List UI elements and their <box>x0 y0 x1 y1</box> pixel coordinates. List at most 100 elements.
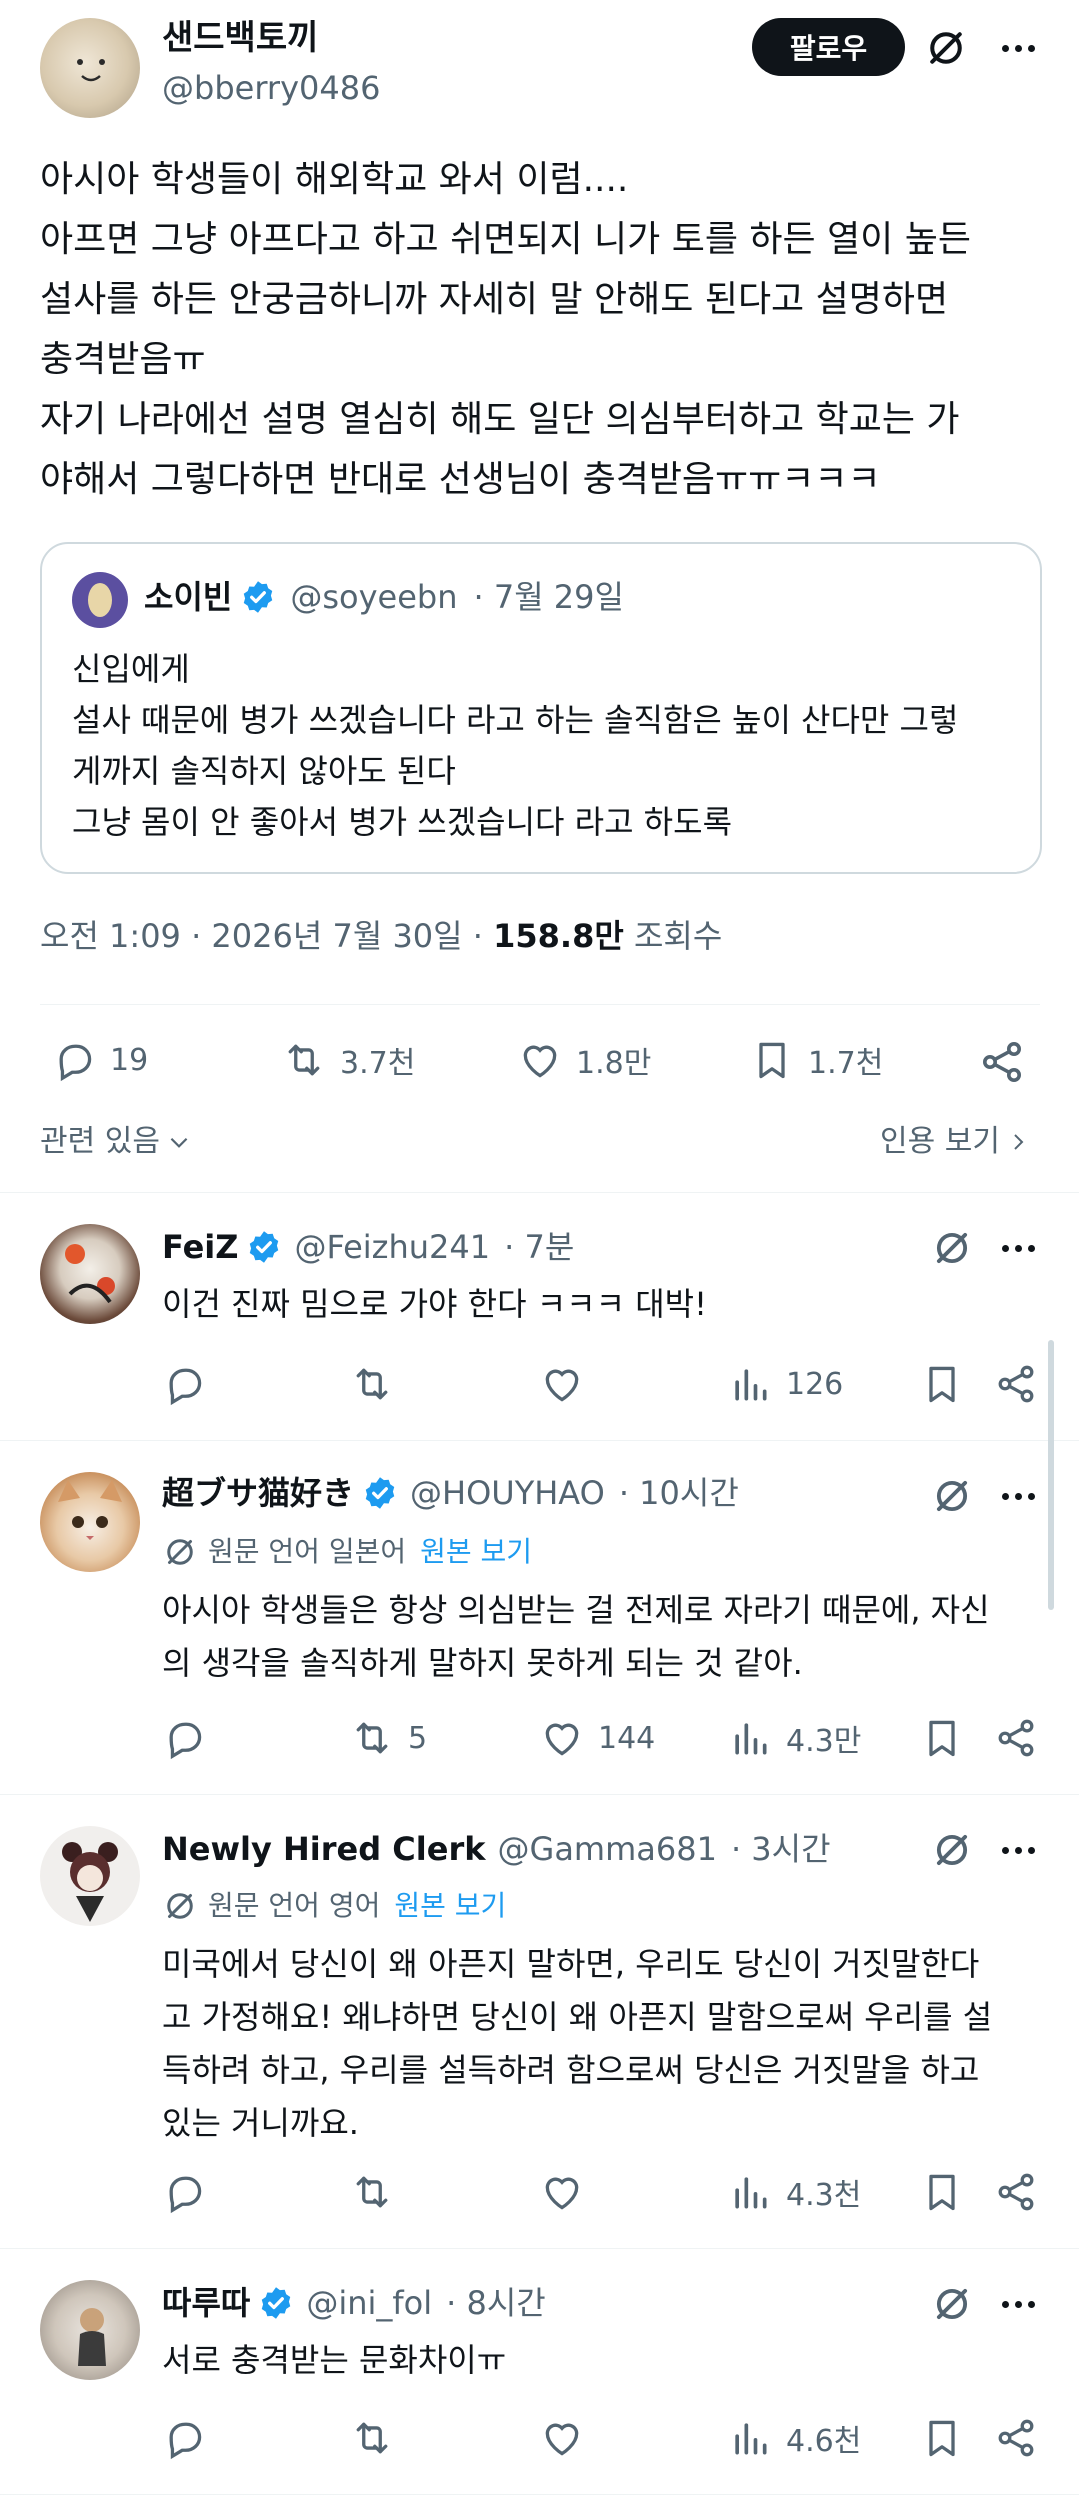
more-options-icon[interactable] <box>996 1828 1040 1872</box>
views-count: 126 <box>786 1366 844 1402</box>
bookmark-count: 1.7천 <box>808 1046 884 1081</box>
share-button[interactable] <box>992 2414 1040 2462</box>
character-art-icon <box>65 1244 115 1304</box>
grok-icon[interactable] <box>928 2280 976 2328</box>
views-button[interactable]: 4.3천 <box>728 2170 861 2214</box>
view-quotes-label: 인용 보기 <box>880 1124 1000 1159</box>
quoted-post-card[interactable]: 소이빈 @soyeebn · 7월 29일 신입에게 설사 때문에 병가 쓰겠습… <box>40 542 1042 874</box>
divider <box>0 2494 1079 2495</box>
reply-time[interactable]: · 7분 <box>504 1224 574 1270</box>
reply-display-name[interactable]: Newly Hired Clerk <box>162 1826 486 1872</box>
grok-icon[interactable] <box>920 22 972 74</box>
views-count: 158.8만 <box>493 917 624 955</box>
more-options-icon[interactable] <box>996 26 1040 70</box>
like-button[interactable]: 144 <box>540 1716 655 1760</box>
grok-icon[interactable] <box>928 1224 976 1272</box>
reply-button[interactable] <box>162 1716 206 1760</box>
views-button[interactable]: 4.6천 <box>728 2416 861 2460</box>
like-count: 144 <box>598 1720 656 1756</box>
reply-handle[interactable]: @Gamma681 <box>498 1826 717 1872</box>
related-sort-button[interactable]: 관련 있음 <box>40 1120 192 1164</box>
views-count: 4.3천 <box>786 2178 862 2213</box>
follow-button-label: 팔로우 <box>789 32 868 65</box>
reply-text: 이건 진짜 밈으로 가야 한다 ㅋㅋㅋ 대박! <box>162 1285 707 1323</box>
character-art-icon <box>62 1842 118 1922</box>
like-button[interactable] <box>540 2416 598 2460</box>
reply-button[interactable] <box>162 1362 206 1406</box>
like-button[interactable] <box>540 1362 598 1406</box>
repost-button[interactable] <box>350 2416 408 2460</box>
reply-text: 서로 충격받는 문화차이ㅠ <box>162 2341 507 2379</box>
quote-handle: @soyeebn <box>290 578 458 616</box>
reply-button[interactable] <box>162 2416 206 2460</box>
author-avatar[interactable] <box>40 18 140 118</box>
like-count: 1.8만 <box>576 1046 652 1081</box>
repost-button[interactable]: 3.7천 <box>282 1038 415 1082</box>
more-options-icon[interactable] <box>996 2282 1040 2326</box>
share-icon <box>978 1038 1026 1086</box>
reply-time[interactable]: · 10시간 <box>619 1470 739 1516</box>
share-button[interactable] <box>992 1360 1040 1408</box>
post-timestamp[interactable]: 오전 1:09 · 2026년 7월 30일 · <box>40 917 493 955</box>
scrollbar-thumb[interactable] <box>1048 1340 1054 1610</box>
reply-avatar[interactable] <box>40 1472 140 1572</box>
follow-button[interactable]: 팔로우 <box>752 18 905 76</box>
reply-icon <box>162 1716 206 1760</box>
reply-display-name[interactable]: 따루따 <box>162 2280 250 2326</box>
share-icon <box>994 2416 1038 2460</box>
translation-label: 원문 언어 일본어 <box>208 1535 407 1568</box>
reply-avatar[interactable] <box>40 2280 140 2380</box>
share-icon <box>994 1716 1038 1760</box>
reply-handle[interactable]: @Feizhu241 <box>294 1224 490 1270</box>
reply-time[interactable]: · 8시간 <box>446 2280 546 2326</box>
bookmark-button[interactable] <box>918 1360 966 1408</box>
reply-display-name[interactable]: 超ブサ猫好き <box>162 1470 354 1516</box>
grok-icon[interactable] <box>928 1472 976 1520</box>
verified-badge-icon <box>240 579 276 615</box>
chevron-right-icon <box>1014 1134 1024 1150</box>
verified-badge-icon <box>362 1475 398 1511</box>
bookmark-button[interactable] <box>918 2414 966 2462</box>
share-button[interactable] <box>976 1036 1028 1088</box>
grok-icon[interactable] <box>928 1826 976 1874</box>
like-button[interactable] <box>540 2170 598 2214</box>
repost-icon <box>350 2170 394 2214</box>
more-options-icon[interactable] <box>996 1226 1040 1270</box>
repost-icon <box>350 1716 394 1760</box>
reply-display-name[interactable]: FeiZ <box>162 1224 238 1270</box>
sandbag-rabbit-icon <box>77 59 105 82</box>
share-button[interactable] <box>992 2168 1040 2216</box>
like-button[interactable]: 1.8만 <box>518 1038 651 1082</box>
more-options-icon[interactable] <box>996 1474 1040 1518</box>
author-display-name[interactable]: 샌드백토끼 <box>162 16 318 60</box>
share-button[interactable] <box>992 1714 1040 1762</box>
bookmark-icon <box>920 2416 964 2460</box>
translation-label: 원문 언어 영어 <box>208 1889 381 1922</box>
show-original-link[interactable]: 원본 보기 <box>394 1884 506 1928</box>
reply-button[interactable]: 19 <box>52 1038 148 1082</box>
repost-button[interactable] <box>350 1362 408 1406</box>
reply-handle[interactable]: @ini_fol <box>306 2280 432 2326</box>
reply-button[interactable] <box>162 2170 206 2214</box>
repost-icon <box>350 2416 394 2460</box>
views-button[interactable]: 4.3만 <box>728 1716 861 1760</box>
view-quotes-link[interactable]: 인용 보기 <box>880 1120 1030 1164</box>
reply-avatar[interactable] <box>40 1224 140 1324</box>
reply-time[interactable]: · 3시간 <box>731 1826 831 1872</box>
reply-avatar[interactable] <box>40 1826 140 1926</box>
cat-icon <box>58 1480 122 1540</box>
repost-button[interactable]: 5 <box>350 1716 427 1760</box>
bookmark-button[interactable] <box>918 2168 966 2216</box>
heart-icon <box>540 1362 584 1406</box>
reply-text: 미국에서 당신이 왜 아픈지 말하면, 우리도 당신이 거짓말한다 고 가정해요… <box>162 1945 993 2142</box>
reply-header: Newly Hired Clerk @Gamma681 · 3시간 <box>162 1826 831 1872</box>
show-original-link[interactable]: 원본 보기 <box>420 1530 532 1574</box>
bookmark-button[interactable]: 1.7천 <box>750 1038 883 1082</box>
repost-count: 5 <box>408 1720 428 1756</box>
bookmark-button[interactable] <box>918 1714 966 1762</box>
author-handle[interactable]: @bberry0486 <box>162 66 380 110</box>
repost-button[interactable] <box>350 2170 408 2214</box>
views-button[interactable]: 126 <box>728 1362 843 1406</box>
translate-icon <box>162 1888 198 1924</box>
reply-handle[interactable]: @HOUYHAO <box>410 1470 605 1516</box>
